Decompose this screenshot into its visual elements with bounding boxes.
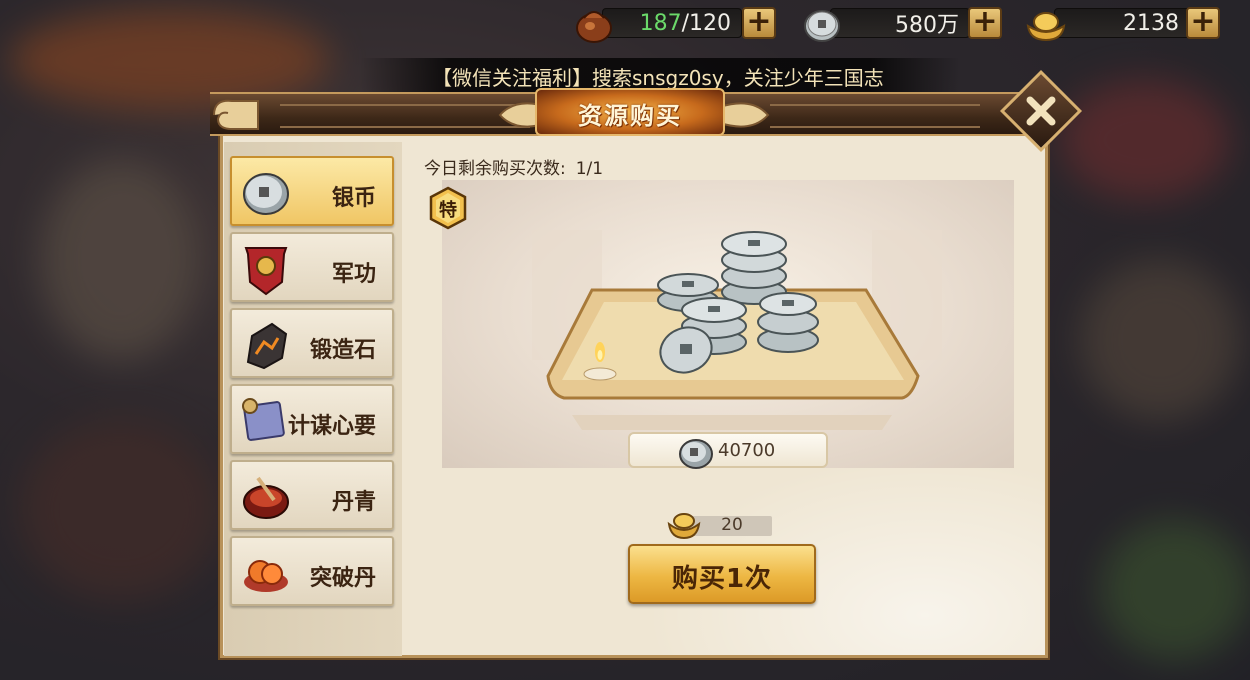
silver-coin-icon — [679, 439, 713, 469]
sidebar-item-label: 突破丹 — [309, 566, 376, 591]
remaining-purchases: 今日剩余购买次数: 1/1 — [424, 154, 603, 179]
paint-bowl-icon — [243, 476, 289, 519]
breakthrough-pill-icon — [244, 560, 288, 592]
add-gold-button[interactable]: + — [1186, 7, 1220, 39]
sidebar-item-label: 丹青 — [331, 490, 376, 515]
stamina-max: /120 — [681, 10, 731, 36]
add-silver-button[interactable]: + — [968, 7, 1002, 39]
forging-stone-icon — [246, 322, 288, 370]
dialog-title: 资源购买 — [578, 102, 682, 130]
military-merit-banner-icon — [244, 247, 288, 296]
sidebar-item-military-merit[interactable]: 军功 — [230, 232, 394, 302]
sidebar-item-breakthrough[interactable]: 突破丹 — [230, 536, 394, 606]
stamina-resource: 187 /120 + — [572, 6, 780, 43]
remaining-value: 1/1 — [575, 159, 604, 179]
remaining-label: 今日剩余购买次数: — [424, 159, 566, 179]
special-badge-label: 特 — [439, 200, 457, 221]
strategy-scroll-icon — [242, 398, 285, 441]
silver-coin-icon — [804, 10, 840, 42]
gold-value: 2138 — [1054, 8, 1190, 38]
buy-button-label: 购买1次 — [671, 564, 773, 594]
sidebar-item-label: 锻造石 — [309, 338, 376, 363]
stamina-bag-icon — [576, 11, 612, 43]
silver-resource: 580万 + — [800, 6, 1006, 42]
add-stamina-button[interactable]: + — [742, 7, 776, 39]
sidebar-item-silver[interactable]: 银币 — [230, 156, 394, 226]
gold-resource: 2138 + — [1024, 6, 1224, 42]
gold-ingot-icon — [667, 513, 701, 540]
sidebar-item-label: 银币 — [331, 186, 376, 211]
buy-once-button[interactable]: 购买1次 — [628, 544, 816, 604]
item-amount: 40700 — [718, 440, 776, 461]
silver-coins-tray-icon — [532, 230, 942, 430]
announcement-text: 【微信关注福利】搜索snsgz0sy，关注少年三国志 — [432, 66, 884, 90]
close-icon[interactable] — [1012, 82, 1070, 140]
silver-value: 580万 — [830, 8, 970, 38]
sidebar-item-forging-stone[interactable]: 锻造石 — [230, 308, 394, 378]
sidebar-item-paint[interactable]: 丹青 — [230, 460, 394, 530]
stamina-current: 187 — [639, 10, 682, 36]
silver-coin-icon — [243, 173, 289, 215]
sidebar-item-label: 军功 — [331, 262, 376, 287]
sidebar-item-strategy[interactable]: 计谋心要 — [230, 384, 394, 454]
gold-ingot-icon — [1026, 12, 1066, 42]
sidebar-item-label: 计谋心要 — [287, 414, 376, 439]
price-value: 20 — [721, 515, 743, 535]
title-scroll-left-icon — [213, 99, 259, 130]
item-showcase — [442, 180, 1014, 468]
resource-type-sidebar: 银币 军功 锻造石 计谋心要 丹青 突破丹 — [224, 142, 402, 656]
